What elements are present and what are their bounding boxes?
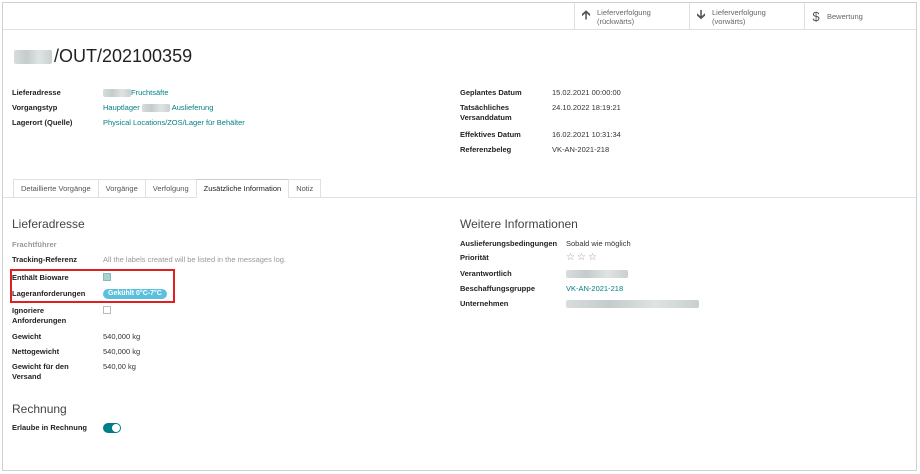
geplantes-datum-label: Geplantes Datum xyxy=(460,88,522,97)
tab-vorgaenge[interactable]: Vorgänge xyxy=(97,179,145,198)
vorgangstyp-label: Vorgangstyp xyxy=(12,103,58,112)
notebook-tabs: Detaillierte Vorgänge Vorgänge Verfolgun… xyxy=(13,179,322,198)
versandgewicht-label: Gewicht für den Versand xyxy=(12,362,69,381)
redacted-partner xyxy=(103,89,131,98)
nettogewicht-field: 540,000 kg xyxy=(103,347,141,356)
page-title: /OUT/202100359 xyxy=(14,46,192,67)
auslieferungsbedingungen-label: Auslieferungsbedingungen xyxy=(460,239,558,248)
beschaffungsgruppe-label: Beschaffungsgruppe xyxy=(460,284,536,293)
prioritaet-label: Priorität xyxy=(460,253,489,262)
effektives-datum-field[interactable]: 16.02.2021 10:31:34 xyxy=(552,130,621,140)
tracking-referenz-label: Tracking-Referenz xyxy=(12,255,78,264)
button-box: 🡱 Lieferverfolgung (rückwärts) 🡳 Lieferve… xyxy=(3,3,916,30)
effektives-datum-label: Effektives Datum xyxy=(460,130,521,139)
auslieferungsbedingungen-field[interactable]: Sobald wie möglich xyxy=(566,239,631,249)
referenzbeleg-field[interactable]: VK-AN-2021-218 xyxy=(552,145,609,155)
erlaube-in-rechnung-toggle[interactable] xyxy=(103,423,121,433)
arrow-up-icon: 🡱 xyxy=(581,6,591,22)
redacted-prefix xyxy=(14,49,52,64)
ignoriere-anforderungen-label: Ignoriere Anforderungen xyxy=(12,306,67,325)
lieferadresse-label: Lieferadresse xyxy=(12,88,61,97)
arrow-down-icon: 🡳 xyxy=(696,6,706,22)
lageranforderungen-label: Lageranforderungen xyxy=(12,289,86,298)
versanddatum-field[interactable]: 24.10.2022 18:19:21 xyxy=(552,103,621,123)
weitere-informationen-heading: Weitere Informationen xyxy=(460,217,578,231)
versanddatum-label: Tatsächliches Versanddatum xyxy=(460,103,512,122)
star-icon[interactable]: ☆ xyxy=(588,252,597,263)
form-view: 🡱 Lieferverfolgung (rückwärts) 🡳 Lieferve… xyxy=(2,2,917,471)
dollar-icon: $ xyxy=(812,9,820,24)
versandgewicht-field: 540,00 kg xyxy=(103,362,136,371)
frachtfuehrer-label: Frachtführer xyxy=(12,240,57,249)
referenzbeleg-label: Referenzbeleg xyxy=(460,145,512,154)
geplantes-datum-field[interactable]: 15.02.2021 00:00:00 xyxy=(552,88,621,98)
tab-notiz[interactable]: Notiz xyxy=(288,179,322,198)
redacted-responsible[interactable] xyxy=(566,270,628,278)
forward-tracking-button[interactable]: 🡳 Lieferverfolgung (vorwärts) xyxy=(689,3,804,30)
erlaube-in-rechnung-label: Erlaube in Rechnung xyxy=(12,423,88,432)
bioware-label: Enthält Bioware xyxy=(12,273,69,282)
valuation-button[interactable]: $ Bewertung xyxy=(804,3,916,30)
gewicht-field: 540,000 kg xyxy=(103,332,141,341)
lieferadresse-heading: Lieferadresse xyxy=(12,217,85,231)
backward-tracking-button[interactable]: 🡱 Lieferverfolgung (rückwärts) xyxy=(574,3,689,30)
redacted-warehouse xyxy=(141,104,170,113)
gewicht-label: Gewicht xyxy=(12,332,42,341)
star-icon[interactable]: ☆ xyxy=(566,252,575,263)
unternehmen-label: Unternehmen xyxy=(460,299,509,308)
bioware-checkbox[interactable] xyxy=(103,273,111,281)
redacted-company[interactable] xyxy=(566,300,699,308)
priority-widget: ☆ ☆ ☆ xyxy=(566,253,599,263)
verantwortlich-label: Verantwortlich xyxy=(460,269,512,278)
lageranforderungen-tag[interactable]: Gekühlt 0°C-7°C xyxy=(103,289,167,299)
beschaffungsgruppe-field[interactable]: VK-AN-2021-218 xyxy=(566,284,623,294)
ignoriere-anforderungen-checkbox[interactable] xyxy=(103,306,111,314)
lagerort-label: Lagerort (Quelle) xyxy=(12,118,73,127)
star-icon[interactable]: ☆ xyxy=(577,252,586,263)
rechnung-heading: Rechnung xyxy=(12,402,67,416)
tab-zusaetzliche-information[interactable]: Zusätzliche Information xyxy=(195,179,289,198)
tab-detaillierte-vorgaenge[interactable]: Detaillierte Vorgänge xyxy=(13,179,98,198)
vorgangstyp-field[interactable]: Hauptlager Auslieferung xyxy=(103,103,213,113)
tab-verfolgung[interactable]: Verfolgung xyxy=(144,179,196,198)
lagerort-field[interactable]: Physical Locations/ZOS/Lager für Behälte… xyxy=(103,118,245,128)
tracking-referenz-field[interactable]: All the labels created will be listed in… xyxy=(103,255,286,265)
nettogewicht-label: Nettogewicht xyxy=(12,347,60,356)
lieferadresse-field[interactable]: Fruchtsäfte xyxy=(103,88,169,98)
